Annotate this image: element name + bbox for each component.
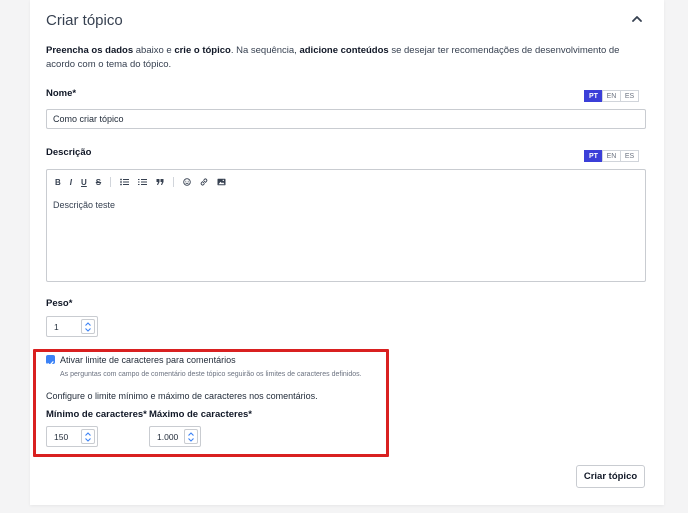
description-editor[interactable]: B I U S Descrição teste: [46, 169, 646, 282]
card-title: Criar tópico: [46, 12, 123, 29]
toolbar-divider: [173, 177, 175, 187]
lang-en-button[interactable]: EN: [602, 90, 621, 102]
char-limit-configure-text: Configure o limite mínimo e máximo de ca…: [46, 391, 318, 401]
lang-pt-button[interactable]: PT: [584, 90, 603, 102]
description-content[interactable]: Descrição teste: [53, 200, 115, 210]
create-topic-card: Criar tópico Preencha os dados abaixo e …: [30, 0, 664, 505]
numbered-list-icon[interactable]: [138, 178, 148, 186]
description-language-switch: PT EN ES: [584, 150, 639, 162]
chevron-down-icon[interactable]: [84, 437, 92, 443]
link-icon[interactable]: [200, 178, 208, 186]
name-language-switch: PT EN ES: [584, 90, 639, 102]
intro-text: Preencha os dados abaixo e crie o tópico…: [46, 45, 620, 70]
max-chars-label: Máximo de caracteres*: [149, 409, 252, 420]
min-chars-value: 150: [54, 432, 69, 442]
name-label: Nome*: [46, 88, 77, 99]
emoji-icon[interactable]: [183, 178, 191, 186]
bold-button[interactable]: B: [55, 178, 61, 187]
quote-icon[interactable]: [156, 178, 164, 186]
stepper-arrows[interactable]: [81, 319, 95, 334]
min-chars-stepper[interactable]: 150: [46, 426, 98, 447]
chevron-up-icon[interactable]: [630, 12, 644, 26]
image-icon[interactable]: [217, 178, 226, 186]
lang-en-button[interactable]: EN: [602, 150, 621, 162]
lang-pt-button[interactable]: PT: [584, 150, 603, 162]
strikethrough-button[interactable]: S: [96, 178, 101, 187]
stepper-arrows[interactable]: [184, 429, 198, 444]
bullet-list-icon[interactable]: [120, 178, 130, 186]
char-limit-helper: As perguntas com campo de comentário des…: [60, 371, 362, 378]
check-icon: [47, 361, 54, 366]
weight-label: Peso*: [46, 298, 73, 309]
char-limit-checkbox[interactable]: [46, 355, 55, 366]
chevron-down-icon[interactable]: [187, 437, 195, 443]
toolbar-divider: [110, 177, 112, 187]
weight-stepper[interactable]: 1: [46, 316, 98, 337]
editor-toolbar: B I U S: [55, 176, 235, 188]
char-limit-checkbox-label[interactable]: Ativar limite de caracteres para comentá…: [60, 355, 236, 365]
weight-value: 1: [54, 322, 59, 332]
create-topic-button[interactable]: Criar tópico: [576, 465, 645, 488]
italic-button[interactable]: I: [70, 178, 72, 187]
lang-es-button[interactable]: ES: [620, 90, 639, 102]
max-chars-stepper[interactable]: 1.000: [149, 426, 201, 447]
underline-button[interactable]: U: [81, 178, 87, 187]
stepper-arrows[interactable]: [81, 429, 95, 444]
chevron-down-icon[interactable]: [84, 327, 92, 333]
max-chars-value: 1.000: [157, 432, 179, 442]
lang-es-button[interactable]: ES: [620, 150, 639, 162]
name-input[interactable]: Como criar tópico: [46, 109, 646, 129]
description-label: Descrição: [46, 147, 92, 158]
min-chars-label: Mínimo de caracteres*: [46, 409, 147, 420]
